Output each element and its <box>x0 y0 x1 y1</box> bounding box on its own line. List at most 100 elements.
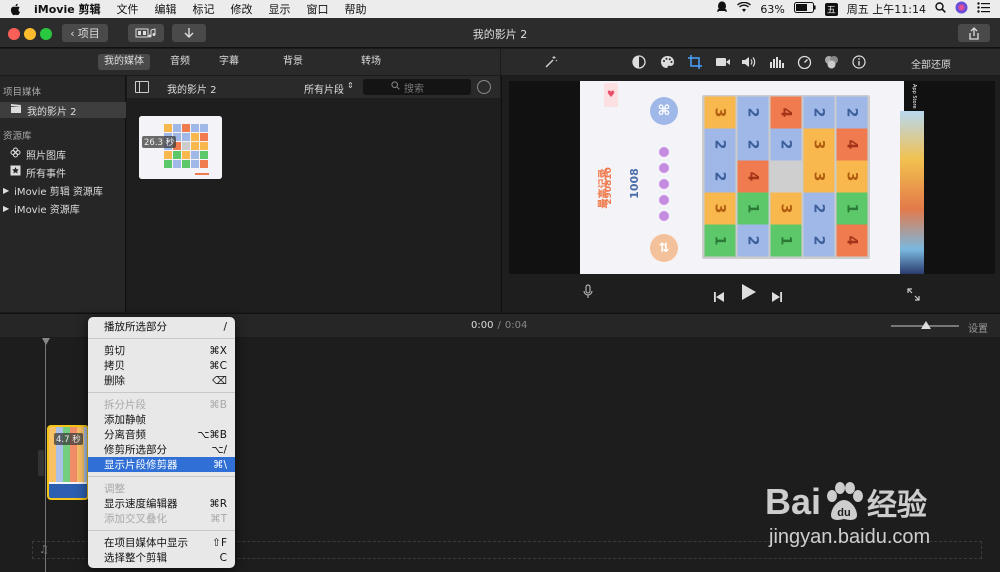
reset-all-button[interactable]: 全部还原 <box>911 56 951 71</box>
speed-icon[interactable] <box>796 54 812 70</box>
menu-item-trim-selection[interactable]: 修剪所选部分 ⌥/ <box>88 442 235 457</box>
tab-backgrounds[interactable]: 背景 <box>276 54 310 70</box>
clip-filter-select[interactable]: 所有片段 ⇕ <box>304 81 354 96</box>
menu-item-shortcut: ⌫ <box>212 374 227 387</box>
photos-flower-icon <box>10 147 21 161</box>
grid-tile: 2 <box>803 224 835 257</box>
fullscreen-button[interactable] <box>907 286 920 305</box>
menu-app-name[interactable]: iMovie 剪辑 <box>26 1 109 17</box>
undo-icon[interactable]: ⌘ <box>650 97 678 125</box>
menu-separator <box>88 338 235 339</box>
sidebar-item-all-events[interactable]: 所有事件 <box>0 164 126 180</box>
menu-edit[interactable]: 编辑 <box>147 1 185 17</box>
menu-item-show-clip-trimmer[interactable]: 显示片段修剪器 ⌘\ <box>88 457 235 472</box>
menu-item-play-selection[interactable]: 播放所选部分 / <box>88 319 235 334</box>
notification-center-icon[interactable] <box>977 2 990 16</box>
menu-item-label: 显示速度编辑器 <box>104 498 178 510</box>
menu-mark[interactable]: 标记 <box>185 1 223 17</box>
grid-tile: 1 <box>836 192 868 225</box>
apple-icon[interactable] <box>8 2 22 16</box>
battery-icon[interactable] <box>793 2 816 16</box>
clock[interactable]: 周五 上午11:14 <box>847 1 926 17</box>
play-icon <box>742 284 756 300</box>
zoom-slider-knob[interactable] <box>921 321 931 329</box>
info-icon[interactable] <box>851 54 867 70</box>
crop-icon[interactable] <box>687 54 703 70</box>
skip-back-button[interactable] <box>714 287 725 306</box>
menu-item-add-freeze-frame[interactable]: 添加静帧 <box>88 412 235 427</box>
grid-tile: 4 <box>737 160 769 193</box>
volume-icon[interactable] <box>741 54 757 70</box>
menu-item-copy[interactable]: 拷贝 ⌘C <box>88 358 235 373</box>
wifi-icon[interactable] <box>737 1 752 16</box>
voiceover-mic-icon[interactable] <box>583 284 593 303</box>
sidebar-item-label: 我的影片 2 <box>27 106 77 118</box>
tab-titles[interactable]: 字幕 <box>212 54 246 70</box>
grid-tile: 2 <box>737 96 769 129</box>
menu-item-delete[interactable]: 删除 ⌫ <box>88 373 235 388</box>
disclosure-triangle-icon[interactable]: ▶ <box>3 204 9 213</box>
sidebar-item-label: iMovie 剪辑 资源库 <box>14 186 103 198</box>
share-button[interactable] <box>958 24 990 42</box>
magic-wand-icon[interactable] <box>543 54 559 70</box>
grid-tile: 4 <box>770 96 802 129</box>
menu-item-shortcut: C <box>219 551 227 564</box>
total-time: 0:04 <box>504 320 528 331</box>
menu-item-reveal-in-project-media[interactable]: 在项目媒体中显示 ⇧F <box>88 535 235 550</box>
tab-transitions[interactable]: 转场 <box>354 54 388 70</box>
menu-item-cut[interactable]: 剪切 ⌘X <box>88 343 235 358</box>
sidebar-item-project[interactable]: 我的影片 2 <box>0 102 126 118</box>
menu-item-show-speed-editor[interactable]: 显示速度编辑器 ⌘R <box>88 496 235 511</box>
stabilization-icon[interactable] <box>715 54 731 70</box>
browser-settings-icon[interactable] <box>477 80 491 94</box>
grid-tile: 3 <box>704 96 736 129</box>
tab-my-media[interactable]: 我的媒体 <box>98 54 150 70</box>
sidebar-item-imovie-library[interactable]: ▶ iMovie 资源库 <box>0 200 126 216</box>
search-field[interactable]: 搜索 <box>363 79 471 95</box>
clip-filter-icon[interactable] <box>823 54 839 70</box>
tab-audio[interactable]: 音频 <box>163 54 197 70</box>
menu-item-label: 删除 <box>104 375 125 387</box>
noise-reduction-icon[interactable] <box>769 54 785 70</box>
menu-item-split-clip: 拆分片段 ⌘B <box>88 397 235 412</box>
spotlight-icon[interactable] <box>935 2 946 16</box>
color-correction-icon[interactable] <box>659 54 675 70</box>
input-method-icon[interactable]: 五 <box>824 2 838 16</box>
menu-help[interactable]: 帮助 <box>337 1 375 17</box>
color-balance-icon[interactable] <box>631 54 647 70</box>
menu-item-label: 分离音频 <box>104 429 146 441</box>
skip-forward-button[interactable] <box>771 287 782 306</box>
siri-icon[interactable] <box>955 1 968 17</box>
play-button[interactable] <box>741 284 756 304</box>
grid-tile: 1 <box>704 224 736 257</box>
menu-window[interactable]: 窗口 <box>299 1 337 17</box>
menu-modify[interactable]: 修改 <box>223 1 261 17</box>
grid-tile: 2 <box>803 192 835 225</box>
timeline-clip[interactable]: 4.7 秒 <box>47 425 89 500</box>
menu-item-shortcut: ⌘R <box>209 497 227 510</box>
sidebar-item-imovie-clips-library[interactable]: ▶ iMovie 剪辑 资源库 <box>0 182 126 198</box>
clip-filter-value: 所有片段 <box>304 85 344 96</box>
qq-icon[interactable] <box>716 1 728 17</box>
disclosure-triangle-icon[interactable]: ▶ <box>3 186 9 195</box>
sidebar-item-photos[interactable]: 照片图库 <box>0 146 126 162</box>
grid-tile: 2 <box>704 128 736 161</box>
media-clip-thumbnail[interactable]: 26.3 秒 <box>139 116 222 179</box>
menu-view[interactable]: 显示 <box>261 1 299 17</box>
sidebar-toggle-icon[interactable] <box>135 81 149 93</box>
menu-item-detach-audio[interactable]: 分离音频 ⌥⌘B <box>88 427 235 442</box>
timeline-settings-button[interactable]: 设置 <box>968 320 988 335</box>
grid-tile: 2 <box>737 128 769 161</box>
playhead-marker-icon[interactable] <box>42 338 50 345</box>
menu-item-shortcut: ⌘X <box>209 344 227 357</box>
playhead[interactable] <box>45 338 46 572</box>
zoom-slider[interactable] <box>891 321 959 329</box>
menu-file[interactable]: 文件 <box>109 1 147 17</box>
skip-forward-icon <box>772 292 782 302</box>
menu-item-select-entire-clip[interactable]: 选择整个剪辑 C <box>88 550 235 565</box>
dots-indicator <box>659 147 669 221</box>
mascot-image <box>900 111 924 274</box>
clip-trim-handle[interactable] <box>38 450 44 476</box>
swap-icon[interactable]: ⇅ <box>650 234 678 262</box>
menu-item-shortcut: ⌘C <box>209 359 227 372</box>
